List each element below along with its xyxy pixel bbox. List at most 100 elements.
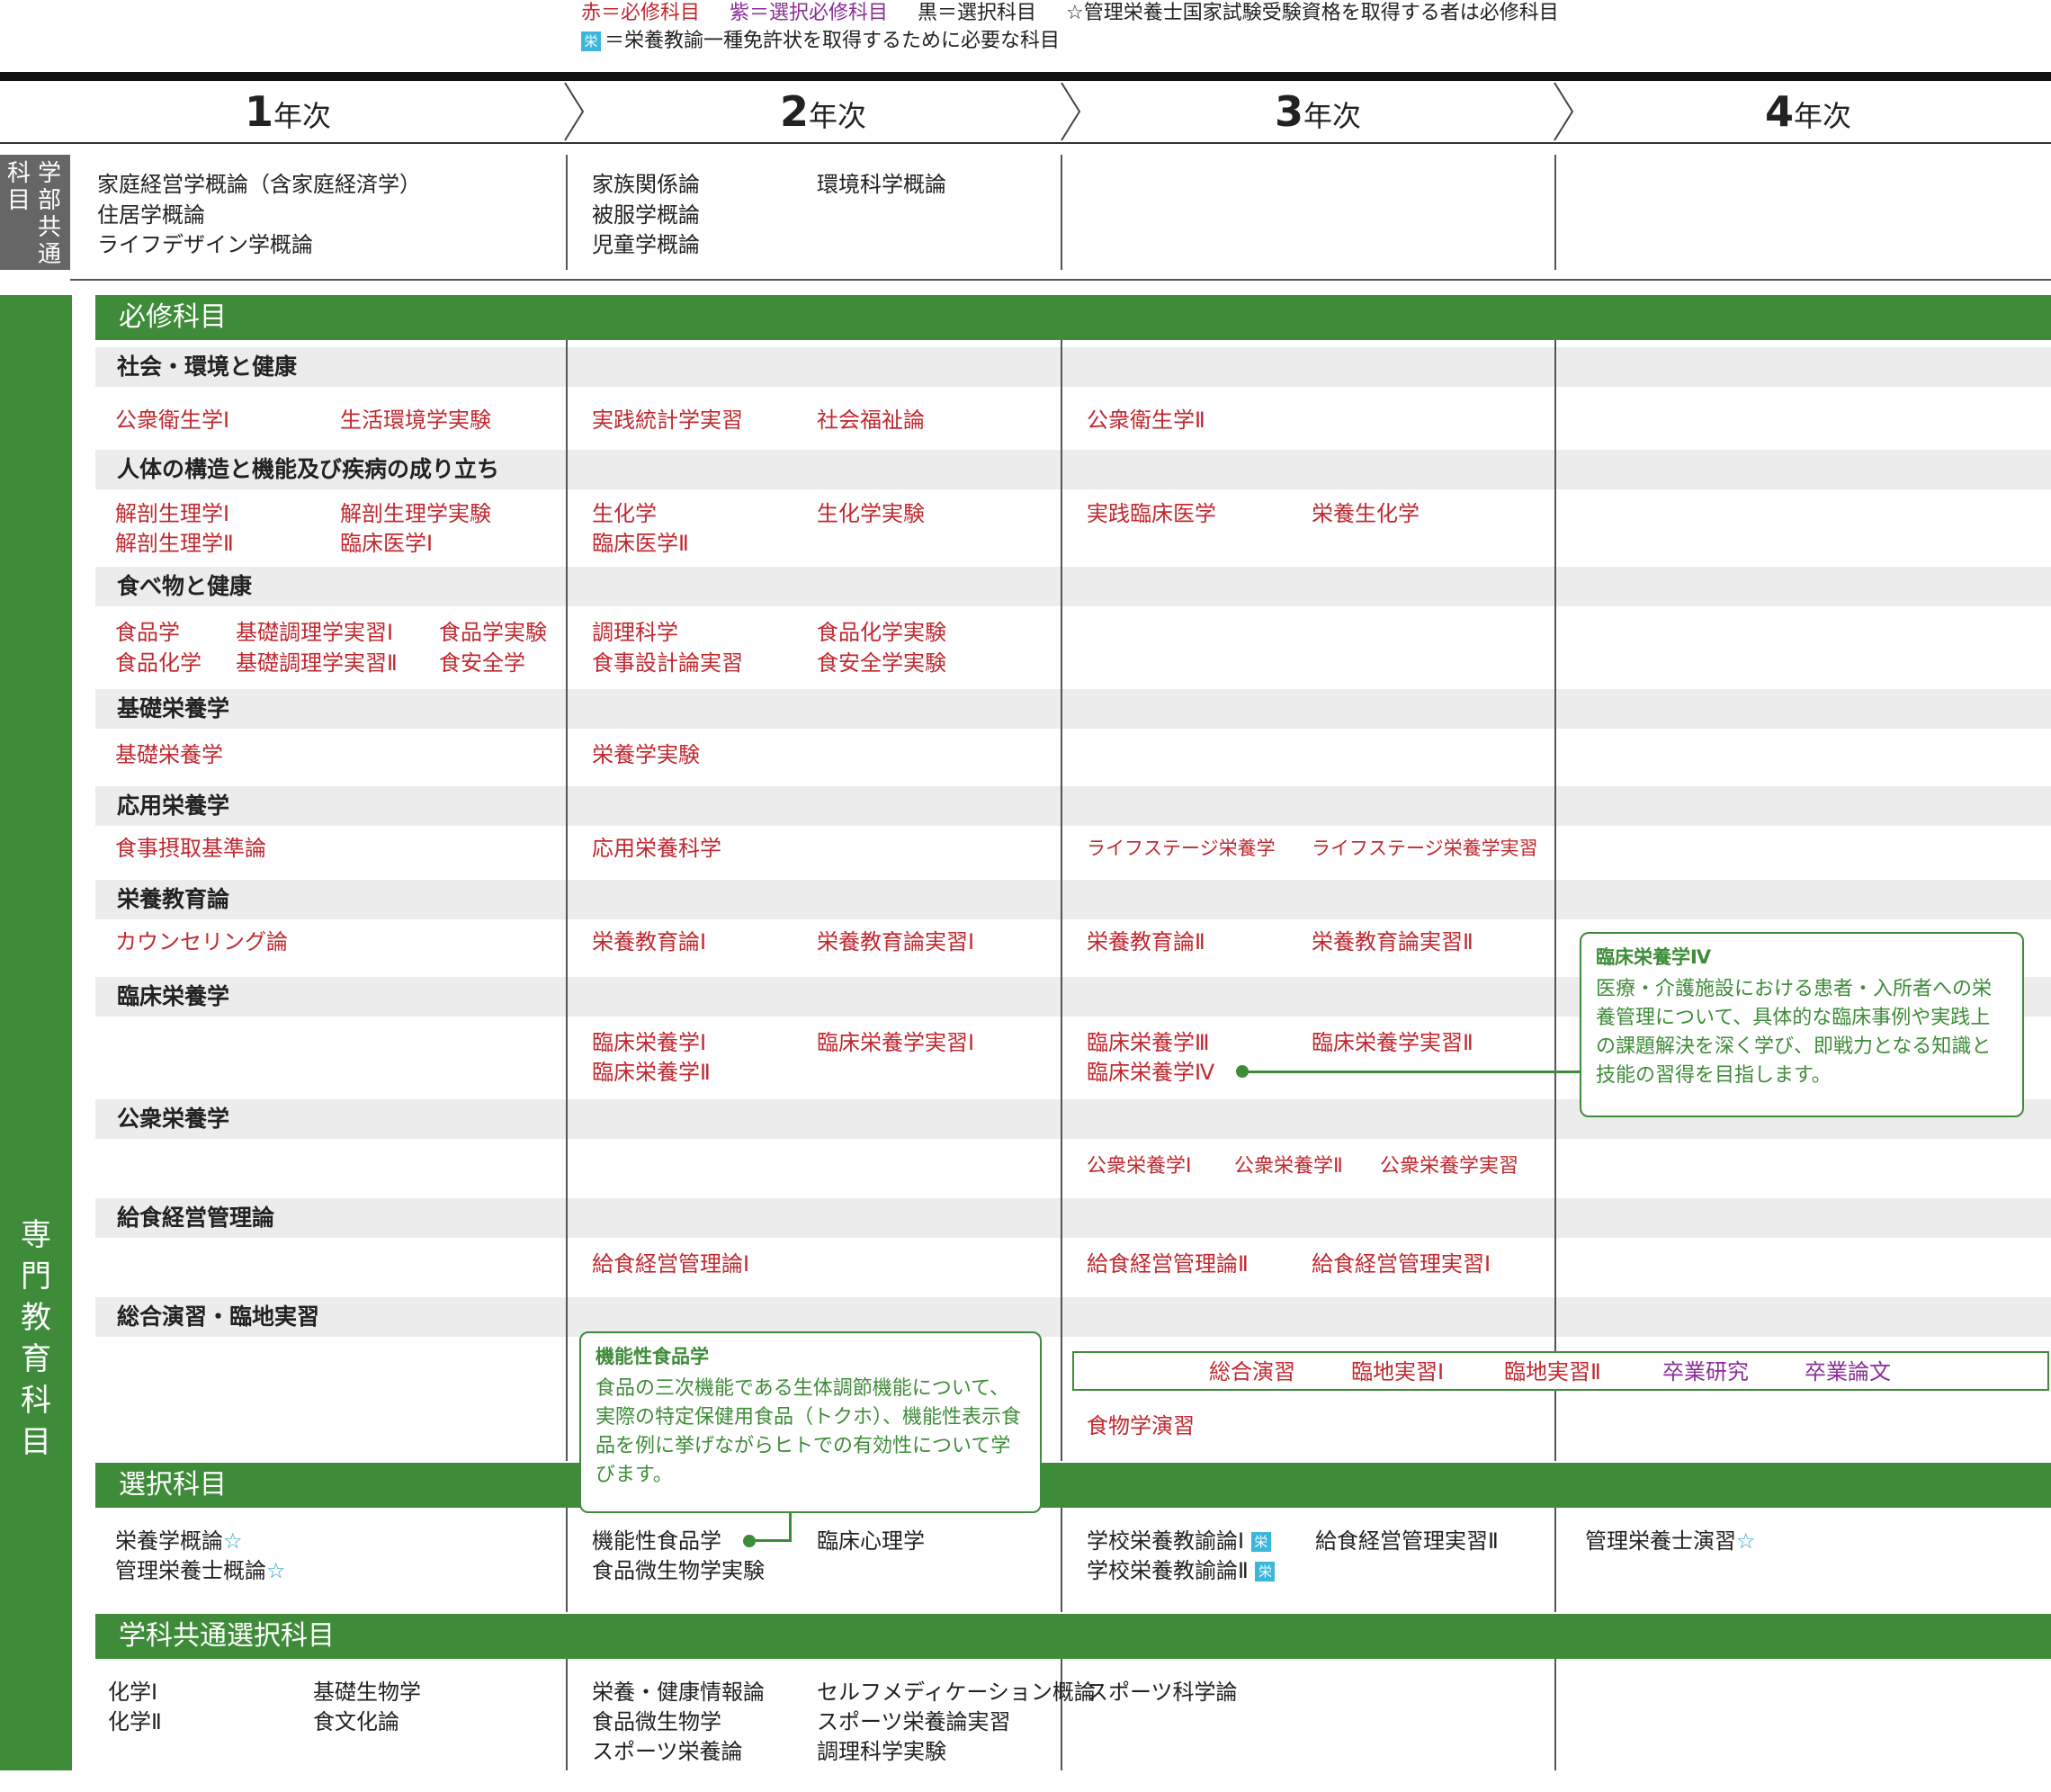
star-icon: ☆: [223, 1528, 243, 1554]
subject: 臨床栄養学Ⅲ: [1087, 1030, 1210, 1055]
divider: [1061, 1659, 1062, 1770]
subject: 食品学実験: [439, 620, 547, 645]
subject: 解剖生理学Ⅱ: [115, 531, 234, 556]
subject: 栄養教育論実習Ⅱ: [1312, 929, 1473, 954]
subject: 臨床栄養学実習Ⅱ: [1312, 1030, 1473, 1055]
legend-eiyou-text: ＝栄養教諭一種免許状を取得するために必要な科目: [605, 30, 1061, 52]
year-3-header: 3年次: [1274, 87, 1362, 136]
subject: ライフステージ栄養学実習: [1312, 838, 1538, 859]
subject: 学校栄養教諭論Ⅰ 栄: [1087, 1526, 1275, 1556]
star-icon: ☆: [1736, 1528, 1756, 1554]
subject: セルフメディケーション概論: [817, 1680, 1096, 1705]
legend-eiyou: 栄＝栄養教諭一種免許状を取得するために必要な科目: [581, 28, 1060, 55]
callout-title: 機能性食品学: [596, 1346, 709, 1367]
legend-purple: 紫＝選択必修科目: [730, 2, 889, 24]
subject: 栄養教育論実習Ⅰ: [817, 929, 975, 954]
legend-star: ☆管理栄養士国家試験受験資格を取得する者は必修科目: [1066, 2, 1559, 24]
subject: 食品微生物学実験: [592, 1558, 765, 1583]
callout-connector: [1247, 1071, 1581, 1073]
category-bar: 栄養教育論: [95, 880, 2051, 919]
divider: [566, 1659, 568, 1770]
subject: スポーツ栄養論: [592, 1739, 743, 1764]
category-bar: 給食経営管理論: [95, 1198, 2051, 1238]
subject: 生化学実験: [817, 501, 925, 526]
legend-black: 黒＝選択科目: [918, 2, 1037, 24]
subject: 栄養教育論Ⅱ: [1087, 929, 1205, 954]
subject: 臨床栄養学Ⅳ: [1087, 1060, 1215, 1085]
subject: 基礎調理学実習Ⅱ: [236, 650, 398, 676]
subject: 卒業研究: [1662, 1359, 1749, 1384]
subject: 化学Ⅰ: [108, 1680, 158, 1705]
callout-functional: 機能性食品学 食品の三次機能である生体調節機能について、実際の特定保健用食品（ト…: [579, 1331, 1042, 1513]
subject: 給食経営管理論Ⅰ: [592, 1251, 750, 1277]
year-2-header: 2年次: [779, 87, 867, 136]
callout-title: 臨床栄養学Ⅳ: [1596, 946, 1712, 968]
callout-connector: [789, 1511, 792, 1541]
divider: [1061, 1508, 1062, 1612]
subject: カウンセリング論: [115, 929, 288, 954]
subject: 食事設計論実習: [592, 650, 743, 676]
common-y1-item: ライフデザイン学概論: [97, 232, 313, 257]
eiyou-icon: 栄: [581, 31, 601, 51]
divider: [566, 155, 568, 270]
subject: 公衆栄養学Ⅰ: [1087, 1155, 1192, 1178]
callout-body: 医療・介護施設における患者・入所者への栄養管理について、具体的な臨床事例や実践上…: [1596, 978, 1993, 1087]
subject: 卒業論文: [1805, 1359, 1891, 1384]
subject: 基礎生物学: [313, 1680, 421, 1705]
subject: 実践臨床医学: [1087, 501, 1216, 526]
subject: 解剖生理学Ⅰ: [115, 501, 230, 526]
subject: 給食経営管理論Ⅱ: [1087, 1251, 1249, 1277]
category-bar: 食べ物と健康: [95, 567, 2051, 606]
subject: 臨床心理学: [817, 1528, 925, 1554]
subject: 総合演習: [1209, 1359, 1295, 1384]
subject: 給食経営管理実習Ⅰ: [1312, 1251, 1491, 1277]
subject: 臨床医学Ⅰ: [340, 531, 434, 556]
section-divider: [70, 279, 2051, 281]
elective-band: 選択科目: [95, 1463, 2051, 1508]
divider: [1554, 155, 1556, 270]
legend-red: 赤＝必修科目: [581, 2, 701, 24]
subject: 食事摂取基準論: [115, 836, 266, 861]
subject: 社会福祉論: [817, 408, 925, 433]
subject: 基礎調理学実習Ⅰ: [236, 620, 394, 645]
category-bar: 基礎栄養学: [95, 689, 2051, 729]
eiyou-icon: 栄: [1255, 1562, 1276, 1581]
subject: 栄養教育論Ⅰ: [592, 929, 707, 954]
subject: 栄養学実験: [592, 742, 700, 767]
subject: 食品化学: [115, 650, 202, 676]
subject: 化学Ⅱ: [108, 1709, 162, 1734]
subject: 食物学演習: [1087, 1413, 1195, 1438]
divider: [1061, 155, 1062, 270]
subject: 公衆栄養学実習: [1380, 1155, 1519, 1178]
subject: 臨床栄養学Ⅰ: [592, 1030, 707, 1055]
category-bar: 人体の構造と機能及び疾病の成り立ち: [95, 450, 2051, 489]
common-y2-item: 被服学概論: [592, 202, 700, 228]
divider: [566, 1508, 568, 1612]
subject: 公衆栄養学Ⅱ: [1234, 1155, 1343, 1178]
subject: 応用栄養科学: [592, 836, 721, 861]
year-1-header: 1年次: [244, 87, 332, 136]
callout-clinical: 臨床栄養学Ⅳ 医療・介護施設における患者・入所者への栄養管理について、具体的な臨…: [1580, 932, 2024, 1117]
subject: 食品化学実験: [817, 620, 946, 645]
subject: 管理栄養士演習☆: [1585, 1528, 1756, 1554]
subject: 生活環境学実験: [340, 408, 491, 433]
subject: 食安全学実験: [817, 650, 946, 676]
subject: 解剖生理学実験: [340, 501, 491, 526]
divider: [566, 340, 568, 1461]
subject: 食品微生物学: [592, 1709, 721, 1734]
divider: [1061, 340, 1062, 1461]
star-icon: ☆: [266, 1558, 286, 1583]
subject: 公衆衛生学Ⅱ: [1087, 408, 1205, 433]
subject: 臨地実習Ⅱ: [1504, 1359, 1601, 1384]
subject: 機能性食品学: [592, 1528, 721, 1554]
subject: 食安全学: [439, 650, 525, 676]
subject: 栄養・健康情報論: [592, 1680, 765, 1705]
divider: [1554, 1508, 1556, 1612]
subject: 実践統計学実習: [592, 408, 743, 433]
subject: 臨床栄養学Ⅱ: [592, 1060, 711, 1085]
required-band: 必修科目: [95, 295, 2051, 340]
year-4-header: 4年次: [1764, 87, 1852, 136]
subject: ライフステージ栄養学: [1087, 838, 1276, 859]
eiyou-icon: 栄: [1250, 1532, 1271, 1552]
subject: 公衆衛生学Ⅰ: [115, 408, 230, 433]
